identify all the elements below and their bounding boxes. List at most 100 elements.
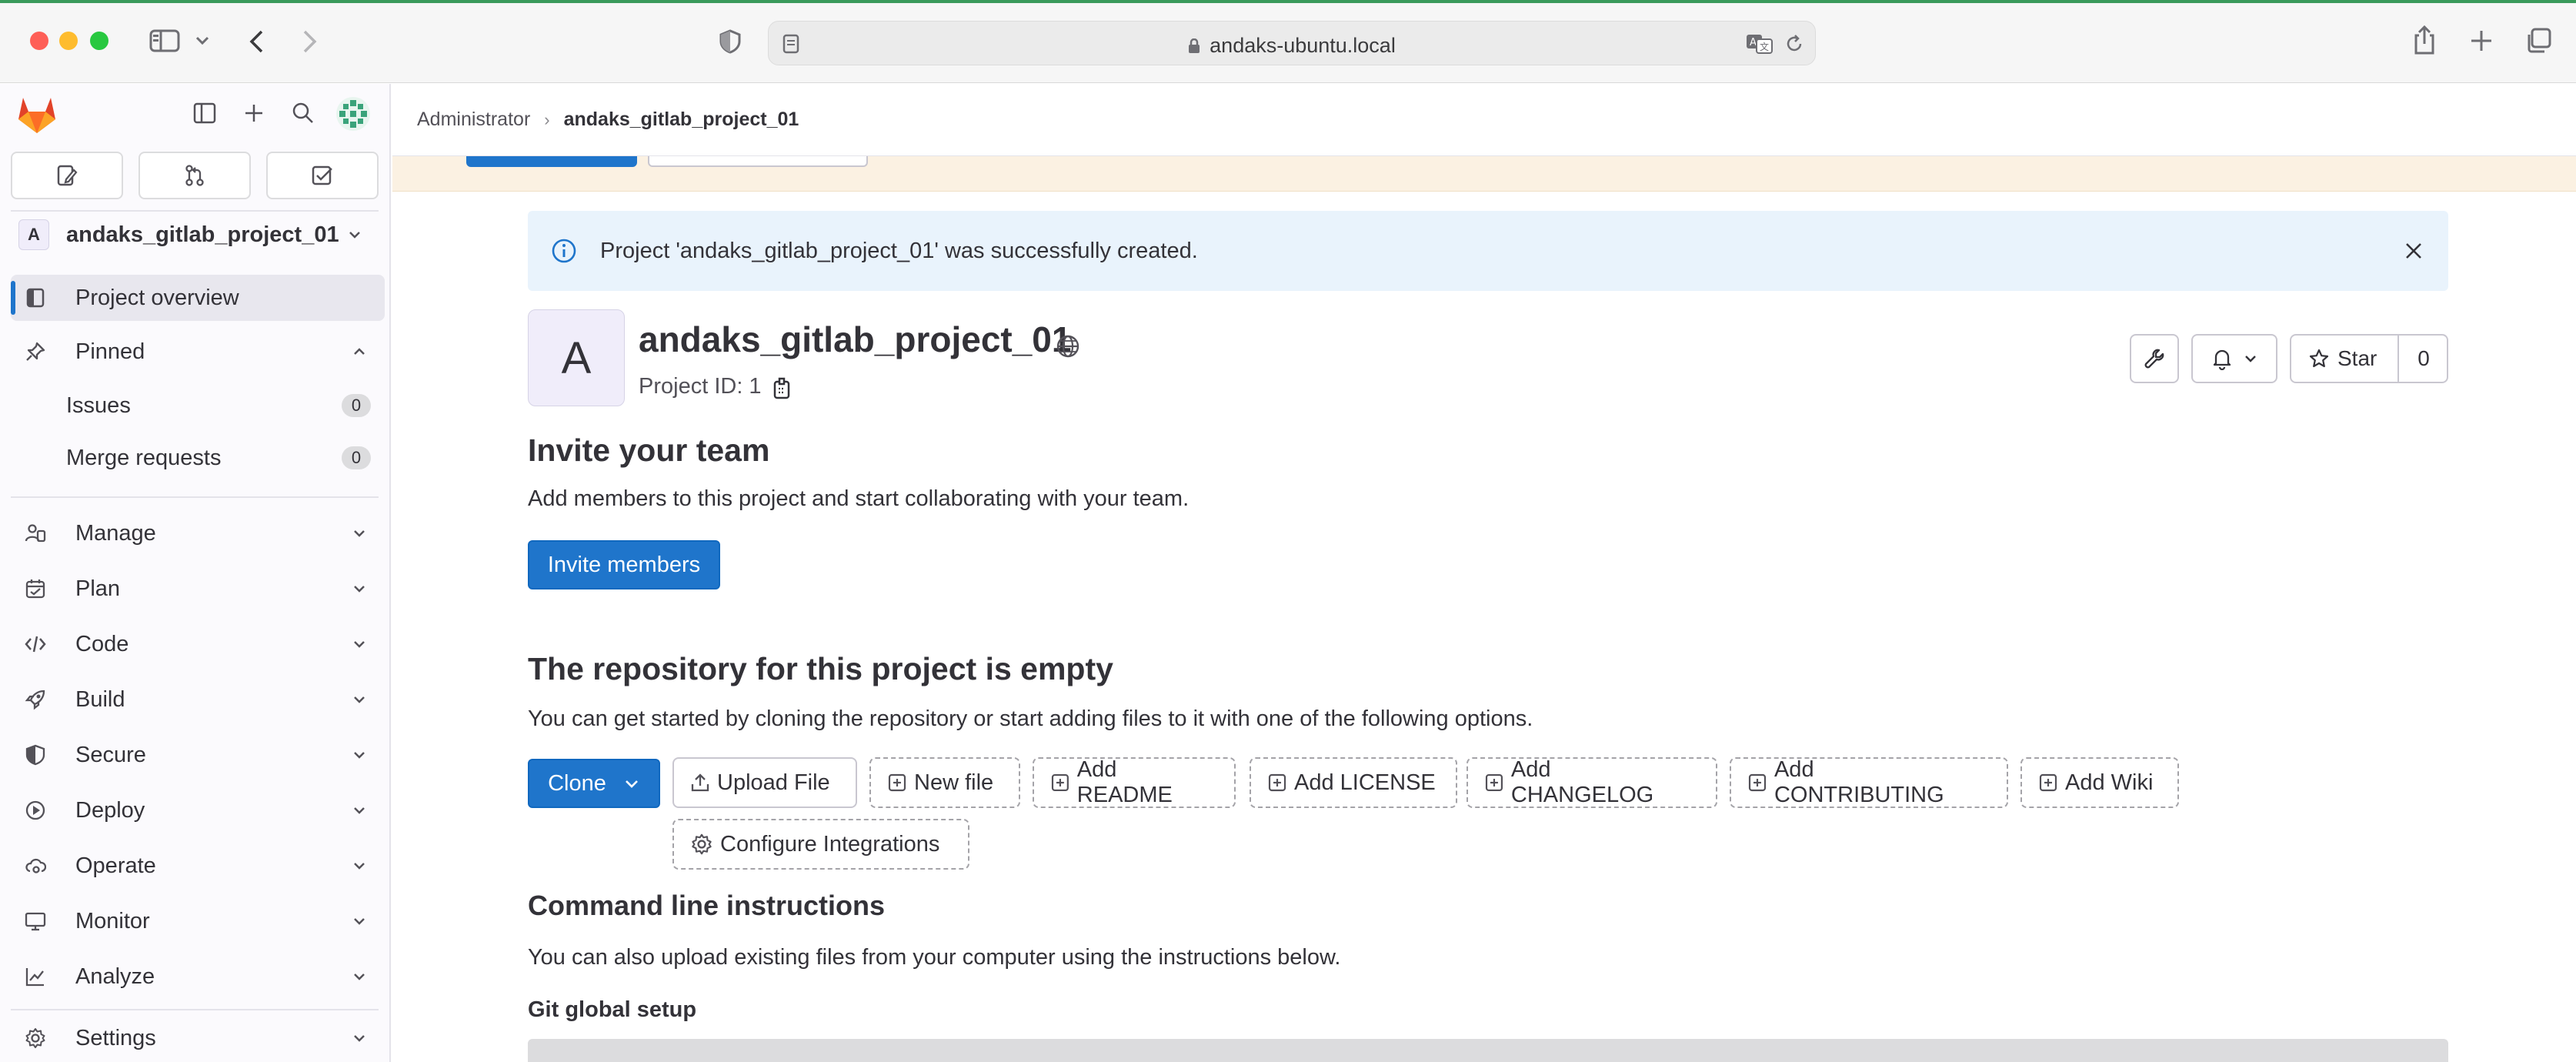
plus-square-icon [1748,773,1767,792]
pin-icon [26,342,45,361]
sidebar-toggle-icon[interactable] [149,29,180,52]
avatar[interactable] [335,96,371,132]
sidebar-item-project-overview[interactable]: Project overview [11,275,385,321]
merge-request-icon [185,165,204,186]
back-arrow-icon[interactable] [248,29,265,54]
wrench-icon [2144,349,2164,369]
chevron-down-icon [354,641,365,648]
breadcrumb: Administrator › andaks_gitlab_project_01 [392,84,2576,156]
search-icon[interactable] [291,101,315,125]
invite-members-button[interactable]: Invite members [528,540,720,589]
sidebar-item-secure[interactable]: Secure [11,732,385,778]
sidebar-item-monitor[interactable]: Monitor [11,898,385,944]
banner-secondary-button[interactable] [648,156,868,167]
git-global-setup-heading: Git global setup [528,997,697,1022]
cli-heading: Command line instructions [528,890,886,921]
success-alert: Project 'andaks_gitlab_project_01' was s… [528,211,2448,291]
clone-dropdown-button[interactable]: Clone [528,759,660,808]
add-wiki-button[interactable]: Add Wiki [2020,757,2179,808]
tab-overview-icon[interactable] [2525,28,2551,54]
sidebar-item-manage[interactable]: Manage [11,510,385,556]
new-tab-icon[interactable] [2470,29,2493,52]
code-block [528,1039,2448,1062]
page-title: andaks_gitlab_project_01 [639,319,1072,359]
issues-icon [57,165,78,186]
chevron-down-icon[interactable] [195,35,209,46]
plus-square-icon [2039,773,2057,792]
window-minimize-button[interactable] [59,32,78,50]
star-button[interactable]: Star 0 [2290,334,2448,383]
new-file-label: New file [914,770,994,795]
star-count[interactable]: 0 [2399,346,2448,371]
add-contributing-button[interactable]: Add CONTRIBUTING [1730,757,2008,808]
sidebar-item-issues[interactable]: Issues 0 [11,382,385,429]
browser-accent-line [0,0,2576,3]
sidebar: A andaks_gitlab_project_01 Project overv… [0,84,391,1062]
share-icon[interactable] [2413,25,2436,55]
new-file-button[interactable]: New file [869,757,1020,808]
sidebar-item-label: Build [75,686,125,712]
gear-icon [25,1028,45,1048]
sidebar-item-operate[interactable]: Operate [11,843,385,889]
window-zoom-button[interactable] [90,32,108,50]
gear-icon [692,833,712,855]
add-readme-label: Add README [1076,757,1173,807]
plus-square-icon [888,773,906,792]
add-contributing-label: Add CONTRIBUTING [1774,757,1944,807]
sidebar-item-merge-requests[interactable]: Merge requests 0 [11,435,385,481]
copy-icon[interactable] [772,377,794,400]
sidebar-item-pinned[interactable]: Pinned [11,329,385,375]
breadcrumb-project-link[interactable]: andaks_gitlab_project_01 [564,109,799,131]
chevron-down-icon [354,807,365,814]
address-bar[interactable]: andaks-ubuntu.local A文 [768,21,1816,65]
project-icon [26,288,45,308]
sidebar-item-settings[interactable]: Settings [11,1015,385,1061]
add-license-button[interactable]: Add LICENSE [1250,757,1457,808]
notifications-dropdown[interactable] [2191,334,2277,383]
sidebar-item-plan[interactable]: Plan [11,566,385,612]
invite-heading: Invite your team [528,432,770,468]
reload-icon[interactable] [1784,34,1804,54]
sidebar-item-code[interactable]: Code [11,621,385,667]
add-readme-button[interactable]: Add README [1033,757,1236,808]
settings-button[interactable] [2130,334,2179,383]
chevron-down-icon [354,752,365,759]
forward-arrow-icon[interactable] [302,29,319,54]
todo-list-button[interactable] [266,152,379,199]
merge-requests-button[interactable] [138,152,251,199]
close-icon[interactable] [2404,241,2424,261]
chevron-down-icon [354,530,365,537]
shield-icon [25,744,45,766]
breadcrumb-administrator-link[interactable]: Administrator [417,109,530,131]
project-avatar: A [18,219,49,250]
sidebar-divider [11,496,379,498]
sidebar-item-analyze[interactable]: Analyze [11,953,385,1000]
merge-requests-count-badge: 0 [342,446,371,469]
collapse-sidebar-icon[interactable] [192,101,217,125]
assigned-issues-button[interactable] [11,152,123,199]
window-close-button[interactable] [30,32,48,50]
sidebar-item-label: Issues [66,392,131,418]
sidebar-item-build[interactable]: Build [11,676,385,723]
add-wiki-label: Add Wiki [2065,770,2154,795]
sidebar-shortcuts [11,152,379,201]
cloud-gear-icon [25,858,46,873]
rocket-icon [25,690,45,710]
gitlab-logo[interactable] [15,95,58,135]
sidebar-item-deploy[interactable]: Deploy [11,787,385,833]
configure-integrations-button[interactable]: Configure Integrations [672,819,969,870]
translate-icon[interactable]: A文 [1746,34,1774,54]
project-switcher[interactable]: A andaks_gitlab_project_01 [11,213,379,256]
project-id: Project ID: 1 [639,374,762,399]
sidebar-item-label: Monitor [75,908,150,933]
add-changelog-button[interactable]: Add CHANGELOG [1467,757,1717,808]
banner-primary-button[interactable] [466,156,637,167]
chevron-down-icon [354,696,365,703]
warning-banner [392,156,2576,192]
plus-icon[interactable] [242,101,266,125]
sidebar-divider [11,1009,379,1010]
sidebar-item-label: Deploy [75,797,145,823]
configure-integrations-label: Configure Integrations [720,831,940,857]
upload-file-button[interactable]: Upload File [672,757,857,808]
privacy-shield-icon[interactable] [719,29,742,54]
